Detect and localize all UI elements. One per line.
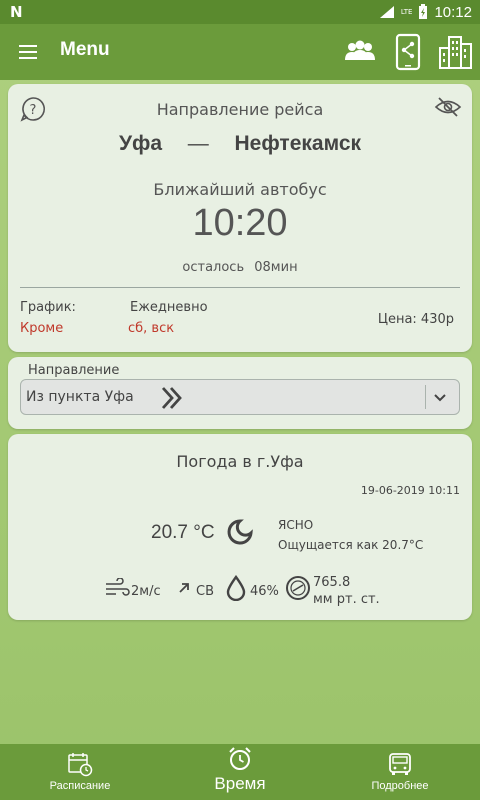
- remaining-label: осталось: [182, 260, 245, 275]
- humidity: 46%: [250, 584, 279, 599]
- feels-like: Ощущается как 20.7°C: [278, 538, 424, 552]
- bus-icon: [389, 753, 411, 775]
- eye-off-icon[interactable]: [434, 96, 462, 118]
- signal-icon: [379, 6, 394, 18]
- nav-details-label: Подробнее: [371, 780, 429, 792]
- route-cities: Уфа — Нефтекамск: [8, 132, 472, 156]
- direction-select[interactable]: Из пункта Уфа: [20, 379, 460, 415]
- weather-datetime: 19-06-2019 10:11: [360, 484, 460, 497]
- except-label: Кроме: [20, 321, 64, 336]
- alarm-clock-icon: [229, 747, 251, 770]
- chevron-down-icon: [434, 394, 446, 402]
- nav-time-label: Время: [214, 774, 266, 793]
- nav-schedule[interactable]: Расписание: [30, 744, 130, 800]
- remaining-time: осталось 08мин: [8, 260, 472, 275]
- wind-direction: СВ: [196, 584, 214, 599]
- direction-selected-value: Из пункта Уфа: [26, 389, 134, 405]
- group-icon[interactable]: [340, 32, 380, 72]
- except-value: сб, вск: [128, 321, 175, 336]
- city-buildings-icon[interactable]: [436, 32, 476, 72]
- battery-charging-icon: [419, 4, 428, 19]
- divider: [20, 287, 460, 288]
- schedule-label: График:: [20, 300, 76, 315]
- nav-details[interactable]: Подробнее: [350, 744, 450, 800]
- route-card: ? Направление рейса Уфа — Нефтекамск Бли…: [8, 84, 472, 352]
- direction-label: Направление: [28, 363, 120, 378]
- double-chevron-right-icon: [161, 387, 182, 409]
- weather-card: Погода в г.Уфа 19-06-2019 10:11 20.7 °C …: [8, 434, 472, 620]
- next-bus-label: Ближайший автобус: [153, 180, 327, 199]
- humidity-drop-icon: [226, 575, 246, 601]
- notification-logo: N: [10, 3, 23, 21]
- route-dash: —: [187, 132, 209, 155]
- nav-schedule-label: Расписание: [49, 780, 111, 792]
- pressure-unit: мм рт. ст.: [313, 592, 380, 607]
- select-separator: [425, 385, 426, 409]
- app-title: Menu: [60, 39, 110, 60]
- weather-heading: Погода в г.Уфа: [176, 452, 304, 471]
- route-heading: Направление рейса: [156, 100, 324, 119]
- network-type: LTE: [400, 7, 413, 16]
- pressure-gauge-icon: [286, 576, 310, 600]
- calendar-clock-icon: [68, 753, 93, 777]
- from-city: Уфа: [118, 132, 163, 155]
- wind-direction-arrow-icon: [179, 583, 189, 593]
- nav-time[interactable]: Время: [190, 744, 290, 800]
- direction-card: Направление Из пункта Уфа: [8, 357, 472, 429]
- pressure-value: 765.8: [313, 575, 351, 590]
- clear-night-moon-icon: [227, 519, 253, 545]
- app-bar: Menu: [0, 24, 480, 80]
- status-bar: N LTE 10:12: [0, 0, 480, 24]
- menu-icon[interactable]: [16, 40, 40, 64]
- next-bus-time: 10:20: [192, 202, 288, 244]
- to-city: Нефтекамск: [234, 132, 362, 155]
- wind-speed: 2м/с: [131, 584, 161, 599]
- wind-icon: [106, 578, 130, 596]
- share-phone-icon[interactable]: [388, 32, 428, 72]
- price: Цена: 430р: [377, 312, 454, 327]
- weather-condition: ЯСНО: [278, 518, 314, 532]
- remaining-value: 08мин: [254, 260, 298, 275]
- schedule-value: Ежедневно: [130, 300, 208, 315]
- bottom-navigation: Расписание Время Подробнее: [0, 744, 480, 800]
- clock: 10:12: [434, 3, 472, 21]
- temperature: 20.7 °C: [151, 522, 215, 543]
